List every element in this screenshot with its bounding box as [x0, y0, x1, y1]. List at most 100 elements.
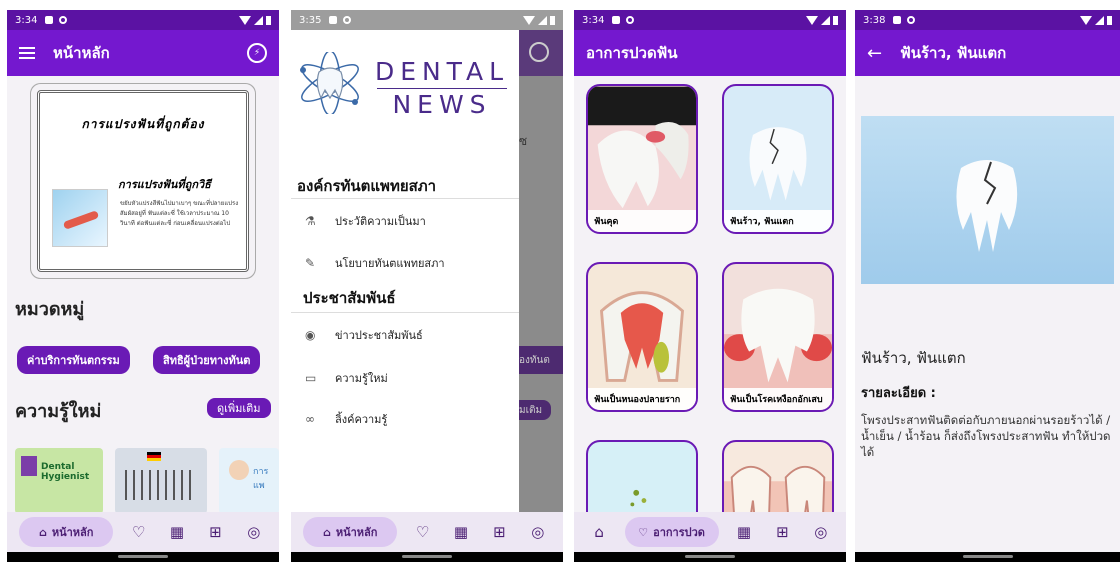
toothbrush-image: [52, 189, 108, 247]
drawer-item-news[interactable]: ◉ ข่าวประชาสัมพันธ์: [305, 320, 505, 350]
drawer-item-label: นโยบายทันตแพทยสภา: [335, 257, 445, 270]
symptom-card[interactable]: [586, 440, 698, 514]
drawer-item-links[interactable]: ∞ ลิ้งค์ความรู้: [305, 404, 505, 434]
clinic-icon[interactable]: ⊞: [769, 519, 795, 545]
bottom-nav: ⌂ หน้าหลัก ♡ ▦ ⊞ ◎: [7, 512, 279, 552]
bottom-nav: ⌂ ♡ อาการปวด ▦ ⊞ ◎: [574, 512, 846, 552]
denture-icon[interactable]: ▦: [448, 519, 474, 545]
sync-icon: [59, 16, 68, 24]
status-time: 3:34: [582, 14, 605, 26]
drawer-item-history[interactable]: ⚗ ประวัติความเป็นมา: [305, 206, 505, 236]
status-bar: 3:34: [7, 10, 279, 30]
instruments-image: [125, 470, 197, 500]
dental-news-logo-icon: [300, 52, 359, 114]
status-time: 3:34: [15, 14, 38, 26]
poster-title: การแปรงฟันที่ถูกต้อง: [81, 117, 205, 131]
drawer-item-policy[interactable]: ✎ นโยบายทันตแพทยสภา: [305, 248, 505, 278]
home-icon[interactable]: ⌂: [586, 519, 612, 545]
nav-home-label: หน้าหลัก: [51, 526, 94, 539]
knowledge-thumb[interactable]: การแพ: [219, 448, 279, 514]
home-screen: 3:34 หน้าหลัก ⚡ การแปรงฟันที่ถูกต้อง การ…: [7, 10, 279, 562]
screenshot-collage: 3:34 หน้าหลัก ⚡ การแปรงฟันที่ถูกต้อง การ…: [0, 0, 1120, 562]
drawer-group-council: องค์กรทันตแพทยสภา: [297, 177, 437, 195]
category-chip-rights[interactable]: สิทธิผู้ป่วยทางทันต: [153, 346, 261, 374]
symptom-card[interactable]: [722, 440, 834, 514]
tooth-particles-image: [630, 489, 647, 507]
bottom-nav: ⌂ หน้าหลัก ♡ ▦ ⊞ ◎: [291, 512, 563, 552]
flask-icon: ⚗: [305, 214, 316, 228]
nav-symptoms[interactable]: ♡ อาการปวด: [624, 517, 719, 547]
denture-icon[interactable]: ▦: [731, 519, 757, 545]
thumb-logo: [21, 456, 37, 476]
messenger-icon[interactable]: ⚡: [247, 43, 267, 63]
dentist-avatar: [229, 460, 249, 480]
home-icon: ⌂: [322, 525, 331, 539]
nav-home[interactable]: ⌂ หน้าหลัก: [19, 517, 114, 547]
symptom-label: ฟันร้าว, ฟันแตก: [724, 210, 832, 232]
signal-icon: [1095, 15, 1104, 25]
app-bar: หน้าหลัก ⚡: [7, 30, 279, 76]
nav-home[interactable]: ⌂ หน้าหลัก: [303, 517, 398, 547]
signal-icon: [821, 15, 830, 25]
drawer-item-label: ความรู้ใหม่: [335, 372, 388, 385]
symptom-card-cracked-tooth[interactable]: ฟันร้าว, ฟันแตก: [722, 84, 834, 234]
flag-icon: [147, 452, 161, 461]
page-title: ฟันร้าว, ฟันแตก: [900, 44, 1007, 62]
profile-icon[interactable]: ◎: [241, 519, 267, 545]
symptoms-grid: ฟันคุด ฟันร้าว, ฟันแตก ฟันเป็นหนองปลายรา…: [574, 76, 846, 514]
podcast-icon: ◉: [305, 328, 316, 342]
teeth-roots-image: [724, 465, 832, 514]
poster-subtitle: การแปรงฟันที่ถูกวิธี: [118, 178, 211, 191]
scrim-overlay[interactable]: ซ องทันต มเติม: [519, 30, 563, 512]
knowledge-thumb[interactable]: [115, 448, 207, 514]
thumb-label: การแพ: [253, 467, 269, 491]
dimmed-app-bar: [519, 30, 563, 76]
notification-icon: [893, 16, 902, 24]
signal-icon: [254, 15, 263, 25]
knowledge-thumb[interactable]: Dental Hygienist: [15, 448, 103, 514]
wifi-icon: [806, 15, 818, 25]
symptom-label: ฟันเป็นหนองปลายราก: [588, 388, 696, 410]
app-bar: ← ฟันร้าว, ฟันแตก: [855, 30, 1120, 76]
tooth-icon[interactable]: ♡: [410, 519, 436, 545]
divider: [291, 198, 519, 199]
clinic-icon[interactable]: ⊞: [202, 519, 228, 545]
detail-heading: ฟันร้าว, ฟันแตก: [861, 349, 966, 367]
sync-icon: [343, 16, 352, 24]
clinic-icon[interactable]: ⊞: [486, 519, 512, 545]
detail-screen: 3:38 ← ฟันร้าว, ฟันแตก ฟันร้าว, ฟันแตก ร…: [855, 10, 1120, 562]
nav-home-label: หน้าหลัก: [335, 526, 378, 539]
drawer-item-knowledge[interactable]: ▭ ความรู้ใหม่: [305, 363, 505, 393]
symptoms-screen: 3:34 อาการปวดฟัน ฟันคุด ฟันร้าว, ฟันแตก …: [574, 10, 846, 562]
symptom-card-abscess[interactable]: ฟันเป็นหนองปลายราก: [586, 262, 698, 412]
page-title: หน้าหลัก: [53, 44, 110, 62]
status-bar: 3:38: [855, 10, 1120, 30]
categories-title: หมวดหมู่: [15, 299, 85, 320]
thumb-label: Dental Hygienist: [41, 462, 90, 482]
profile-icon[interactable]: ◎: [525, 519, 551, 545]
wifi-icon: [1080, 15, 1092, 25]
detail-subheading: รายละเอียด :: [861, 386, 936, 401]
gesture-bar: [291, 552, 563, 562]
see-more-button[interactable]: ดูเพิ่มเติม: [207, 398, 271, 418]
denture-icon[interactable]: ▦: [164, 519, 190, 545]
pencil-icon: ✎: [305, 256, 316, 270]
symptom-card-gingivitis[interactable]: ฟันเป็นโรคเหงือกอักเสบ: [722, 262, 834, 412]
cracked-tooth-icon: [956, 160, 1018, 252]
wifi-icon: [239, 15, 251, 25]
battery-icon: [266, 15, 271, 25]
symptom-card-wisdom-tooth[interactable]: ฟันคุด: [586, 84, 698, 234]
profile-icon[interactable]: ◎: [808, 519, 834, 545]
status-time: 3:38: [863, 14, 886, 26]
category-chip-fees[interactable]: ค่าบริการทันตกรรม: [17, 346, 130, 374]
app-bar: อาการปวดฟัน: [574, 30, 846, 76]
status-bar: 3:34: [574, 10, 846, 30]
divider: [291, 312, 519, 313]
detail-body: โพรงประสาทฟันติดต่อกับภายนอกผ่านรอยร้าวไ…: [861, 413, 1111, 459]
gesture-bar: [574, 552, 846, 562]
menu-icon[interactable]: [19, 47, 35, 59]
messenger-icon: [529, 42, 549, 62]
back-arrow-icon[interactable]: ←: [867, 43, 882, 64]
tip-poster[interactable]: การแปรงฟันที่ถูกต้อง การแปรงฟันที่ถูกวิธ…: [37, 90, 249, 272]
tooth-icon[interactable]: ♡: [126, 519, 152, 545]
